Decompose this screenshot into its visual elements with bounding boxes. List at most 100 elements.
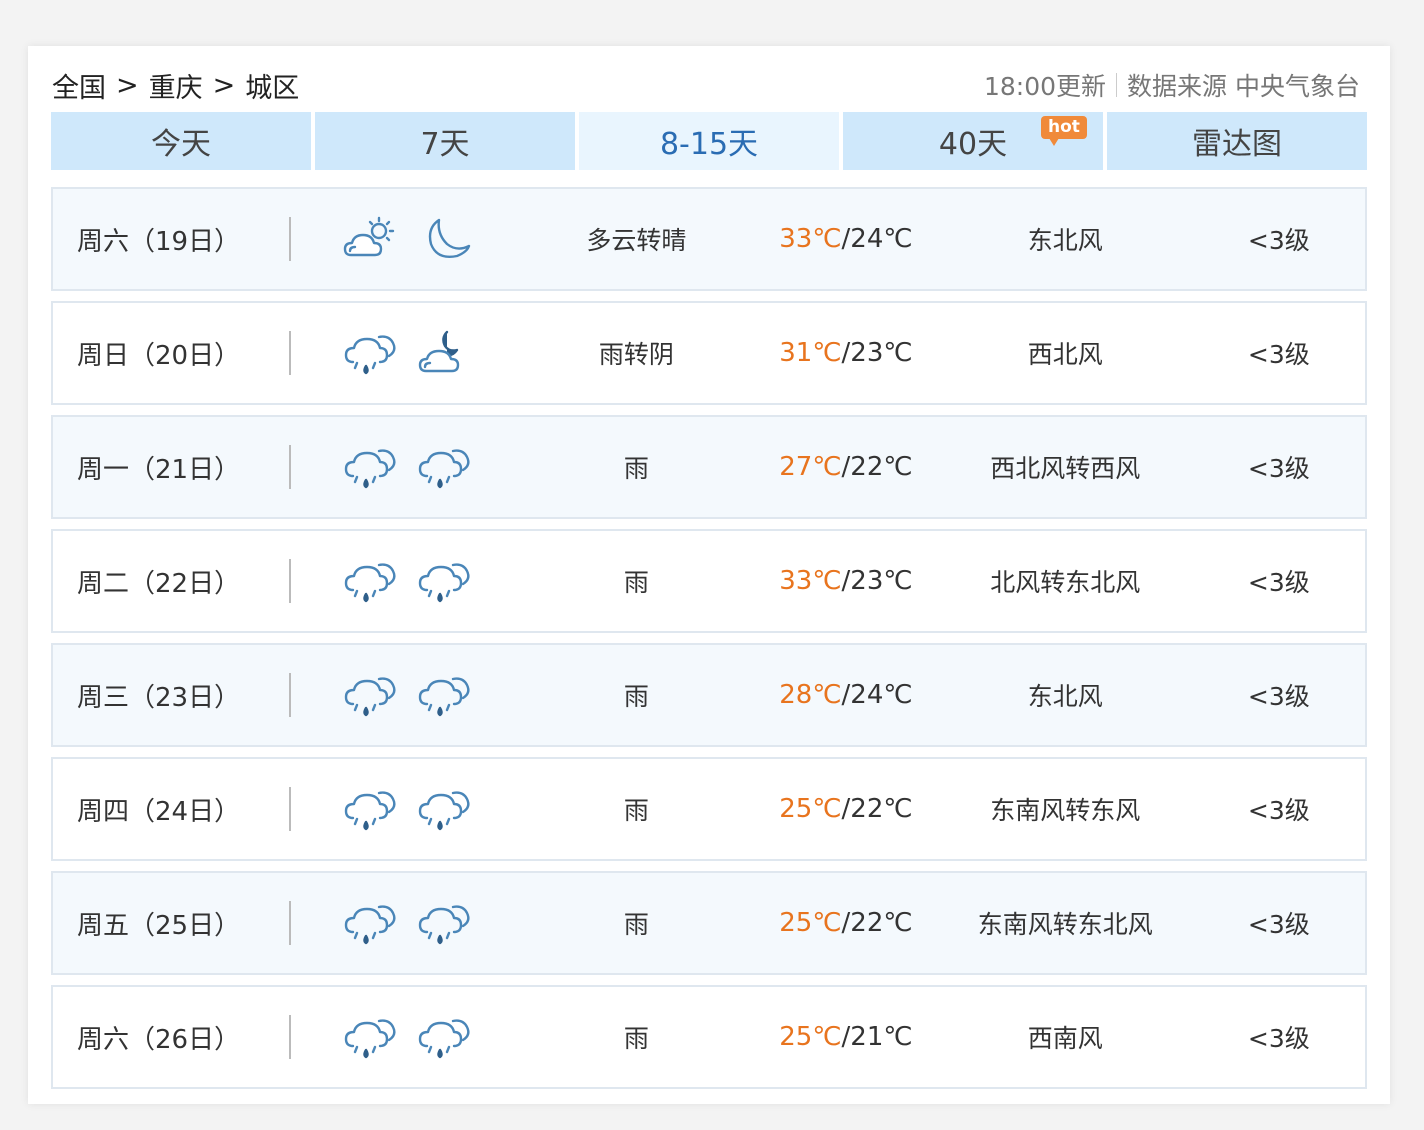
temperature-range: 33℃/23℃ bbox=[754, 566, 938, 596]
moon-icon bbox=[417, 214, 473, 264]
weather-description: 雨 bbox=[623, 682, 649, 711]
forecast-day: 周四（24日） bbox=[77, 796, 241, 827]
weather-description: 多云转晴 bbox=[586, 226, 687, 255]
temperature-range: 25℃/22℃ bbox=[754, 794, 938, 824]
temperature-range: 33℃/24℃ bbox=[754, 224, 938, 254]
high-temperature: 27℃ bbox=[779, 452, 842, 482]
update-time: 18:00更新 bbox=[984, 72, 1107, 101]
weather-icons bbox=[291, 328, 519, 378]
wind-level: <3级 bbox=[1247, 796, 1310, 825]
weather-icons bbox=[291, 1012, 519, 1062]
rain-icon bbox=[343, 898, 399, 948]
rain-icon bbox=[417, 784, 473, 834]
tab-label: 雷达图 bbox=[1192, 127, 1282, 162]
tab-radar[interactable]: 雷达图 bbox=[1107, 112, 1367, 170]
weather-description: 雨 bbox=[623, 568, 649, 597]
partly-cloudy-sun-icon bbox=[343, 214, 399, 264]
rain-icon bbox=[417, 442, 473, 492]
forecast-day: 周五（25日） bbox=[77, 910, 241, 941]
weather-icons bbox=[291, 670, 519, 720]
tab-7-days[interactable]: 7天 bbox=[315, 112, 575, 170]
meta-divider bbox=[1116, 73, 1118, 97]
low-temperature: /23℃ bbox=[841, 338, 913, 368]
rain-icon bbox=[343, 328, 399, 378]
forecast-row: 周二（22日） 雨 33℃/23℃ 北风转东北风 <3级 bbox=[51, 529, 1367, 633]
temperature-range: 25℃/21℃ bbox=[754, 1022, 938, 1052]
tab-today[interactable]: 今天 bbox=[51, 112, 311, 170]
forecast-row: 周六（19日） 多云转晴 33℃/24℃ 东北风 <3级 bbox=[51, 187, 1367, 291]
forecast-row: 周四（24日） 雨 25℃/22℃ 东南风转东风 <3级 bbox=[51, 757, 1367, 861]
wind-level: <3级 bbox=[1247, 568, 1310, 597]
rain-icon bbox=[343, 670, 399, 720]
rain-icon bbox=[417, 1012, 473, 1062]
high-temperature: 25℃ bbox=[779, 1022, 842, 1052]
temperature-range: 27℃/22℃ bbox=[754, 452, 938, 482]
wind-direction: 西南风 bbox=[1027, 1024, 1103, 1053]
partly-cloudy-night-icon bbox=[417, 328, 473, 378]
rain-icon bbox=[343, 556, 399, 606]
header-bar: 全国 > 重庆 > 城区 18:00更新 数据来源 中央气象台 bbox=[52, 66, 1360, 104]
high-temperature: 28℃ bbox=[779, 680, 842, 710]
tab-label: 7天 bbox=[420, 127, 470, 162]
low-temperature: /23℃ bbox=[841, 566, 913, 596]
low-temperature: /21℃ bbox=[841, 1022, 913, 1052]
forecast-day: 周日（20日） bbox=[77, 340, 241, 371]
tab-40-days[interactable]: 40天 hot bbox=[843, 112, 1103, 170]
breadcrumb-country[interactable]: 全国 bbox=[52, 66, 106, 105]
wind-direction: 东北风 bbox=[1027, 682, 1103, 711]
weather-icons bbox=[291, 784, 519, 834]
breadcrumb-district: 城区 bbox=[245, 72, 300, 104]
high-temperature: 31℃ bbox=[779, 338, 842, 368]
weather-description: 雨 bbox=[623, 1024, 649, 1053]
wind-level: <3级 bbox=[1247, 1024, 1310, 1053]
rain-icon bbox=[417, 898, 473, 948]
low-temperature: /22℃ bbox=[841, 794, 913, 824]
rain-icon bbox=[343, 784, 399, 834]
forecast-list: 周六（19日） 多云转晴 33℃/24℃ 东北风 <3级 周日（20日） 雨转阴 31℃/23… bbox=[51, 187, 1367, 1099]
wind-direction: 西北风 bbox=[1027, 340, 1103, 369]
rain-icon bbox=[417, 670, 473, 720]
temperature-range: 25℃/22℃ bbox=[754, 908, 938, 938]
high-temperature: 25℃ bbox=[779, 908, 842, 938]
wind-level: <3级 bbox=[1247, 226, 1310, 255]
hot-badge: hot bbox=[1041, 116, 1087, 146]
wind-level: <3级 bbox=[1247, 910, 1310, 939]
wind-direction: 西北风转西风 bbox=[990, 454, 1141, 483]
wind-direction: 北风转东北风 bbox=[990, 568, 1141, 597]
weather-description: 雨 bbox=[623, 796, 649, 825]
weather-panel: 全国 > 重庆 > 城区 18:00更新 数据来源 中央气象台 今天 7天 8-… bbox=[28, 46, 1390, 1104]
forecast-row: 周六（26日） 雨 25℃/21℃ 西南风 <3级 bbox=[51, 985, 1367, 1089]
high-temperature: 25℃ bbox=[779, 794, 842, 824]
high-temperature: 33℃ bbox=[779, 566, 842, 596]
breadcrumb-province[interactable]: 重庆 bbox=[149, 66, 203, 105]
temperature-range: 31℃/23℃ bbox=[754, 338, 938, 368]
rain-icon bbox=[343, 1012, 399, 1062]
temperature-range: 28℃/24℃ bbox=[754, 680, 938, 710]
breadcrumb-separator: > bbox=[116, 69, 139, 101]
wind-level: <3级 bbox=[1247, 340, 1310, 369]
forecast-tabs: 今天 7天 8-15天 40天 hot 雷达图 bbox=[51, 112, 1367, 170]
rain-icon bbox=[343, 442, 399, 492]
breadcrumb: 全国 > 重庆 > 城区 bbox=[52, 66, 299, 105]
weather-icons bbox=[291, 214, 519, 264]
forecast-row: 周日（20日） 雨转阴 31℃/23℃ 西北风 <3级 bbox=[51, 301, 1367, 405]
low-temperature: /24℃ bbox=[841, 680, 913, 710]
rain-icon bbox=[417, 556, 473, 606]
forecast-day: 周二（22日） bbox=[77, 568, 241, 599]
low-temperature: /24℃ bbox=[841, 224, 913, 254]
wind-direction: 东南风转东风 bbox=[990, 796, 1141, 825]
weather-icons bbox=[291, 898, 519, 948]
weather-description: 雨转阴 bbox=[598, 340, 674, 369]
forecast-day: 周六（26日） bbox=[77, 1024, 241, 1055]
tab-label: 8-15天 bbox=[659, 127, 759, 162]
forecast-row: 周五（25日） 雨 25℃/22℃ 东南风转东北风 <3级 bbox=[51, 871, 1367, 975]
low-temperature: /22℃ bbox=[841, 452, 913, 482]
weather-icons bbox=[291, 556, 519, 606]
data-source: 数据来源 中央气象台 bbox=[1127, 72, 1360, 101]
wind-level: <3级 bbox=[1247, 454, 1310, 483]
tab-label: 40天 bbox=[938, 127, 1008, 162]
high-temperature: 33℃ bbox=[779, 224, 842, 254]
wind-direction: 东北风 bbox=[1027, 226, 1103, 255]
tab-8-15-days[interactable]: 8-15天 bbox=[579, 112, 839, 170]
weather-description: 雨 bbox=[623, 910, 649, 939]
